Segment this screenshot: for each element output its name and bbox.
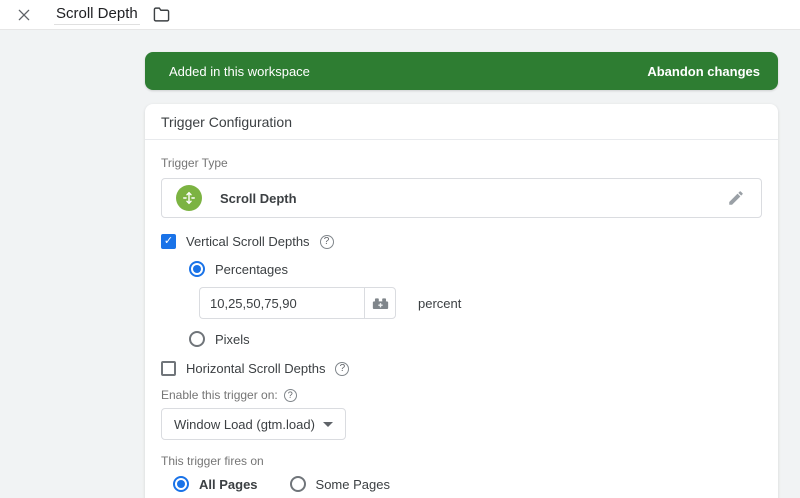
help-question-icon[interactable]: ? bbox=[335, 361, 350, 376]
chevron-down-icon bbox=[323, 421, 333, 427]
trigger-type-box[interactable]: Scroll Depth bbox=[161, 178, 762, 218]
enable-trigger-dropdown-value: Window Load (gtm.load) bbox=[174, 416, 315, 432]
vertical-scroll-depths-checkbox[interactable]: ✓ bbox=[161, 234, 176, 249]
scroll-depth-icon bbox=[176, 185, 202, 211]
close-icon[interactable] bbox=[14, 5, 34, 25]
trigger-configuration-card: Trigger Configuration Trigger Type Scrol… bbox=[145, 104, 778, 498]
percentages-row: Percentages bbox=[189, 261, 762, 277]
percentages-input-group bbox=[199, 287, 396, 319]
vertical-scroll-depths-row: ✓ Vertical Scroll Depths ? bbox=[161, 234, 762, 249]
percent-unit-label: percent bbox=[418, 295, 462, 311]
trigger-type-name: Scroll Depth bbox=[220, 190, 297, 206]
vertical-scroll-depths-label: Vertical Scroll Depths bbox=[186, 234, 310, 249]
card-body: Trigger Type Scroll Depth ✓ Vertical Scr… bbox=[145, 140, 778, 498]
all-pages-label: All Pages bbox=[199, 476, 258, 492]
top-bar: Scroll Depth bbox=[0, 0, 800, 30]
banner-message: Added in this workspace bbox=[169, 63, 310, 79]
page-title[interactable]: Scroll Depth bbox=[54, 5, 140, 25]
horizontal-scroll-depths-row: Horizontal Scroll Depths ? bbox=[161, 361, 762, 376]
pixels-row: Pixels bbox=[189, 331, 762, 347]
help-question-icon[interactable]: ? bbox=[319, 234, 334, 249]
workspace-banner: Added in this workspace Abandon changes bbox=[145, 52, 778, 90]
help-question-icon[interactable]: ? bbox=[283, 388, 297, 402]
variable-picker-brick-icon[interactable] bbox=[364, 287, 396, 319]
percentages-label: Percentages bbox=[215, 261, 288, 277]
abandon-changes-button[interactable]: Abandon changes bbox=[647, 64, 760, 79]
all-pages-radio[interactable] bbox=[173, 476, 189, 492]
main-column: Added in this workspace Abandon changes … bbox=[145, 52, 778, 498]
fires-on-radio-group: All Pages Some Pages bbox=[173, 476, 762, 492]
enable-trigger-dropdown[interactable]: Window Load (gtm.load) bbox=[161, 408, 346, 440]
pixels-radio[interactable] bbox=[189, 331, 205, 347]
enable-trigger-label-row: Enable this trigger on: ? bbox=[161, 388, 762, 402]
card-header-title: Trigger Configuration bbox=[145, 104, 778, 140]
pixels-label: Pixels bbox=[215, 331, 250, 347]
some-pages-label: Some Pages bbox=[315, 476, 390, 492]
pencil-icon[interactable] bbox=[725, 187, 747, 209]
folder-icon[interactable] bbox=[152, 5, 172, 25]
percentages-input[interactable] bbox=[199, 287, 364, 319]
all-pages-option: All Pages bbox=[173, 476, 258, 492]
enable-trigger-label: Enable this trigger on: bbox=[161, 388, 278, 402]
horizontal-scroll-depths-label: Horizontal Scroll Depths bbox=[186, 361, 326, 376]
percentages-radio[interactable] bbox=[189, 261, 205, 277]
trigger-type-label: Trigger Type bbox=[161, 156, 228, 170]
fires-on-label: This trigger fires on bbox=[161, 454, 264, 468]
some-pages-option: Some Pages bbox=[289, 476, 390, 492]
percentages-input-row: percent bbox=[199, 287, 762, 319]
horizontal-scroll-depths-checkbox[interactable] bbox=[161, 361, 176, 376]
some-pages-radio[interactable] bbox=[289, 476, 306, 492]
